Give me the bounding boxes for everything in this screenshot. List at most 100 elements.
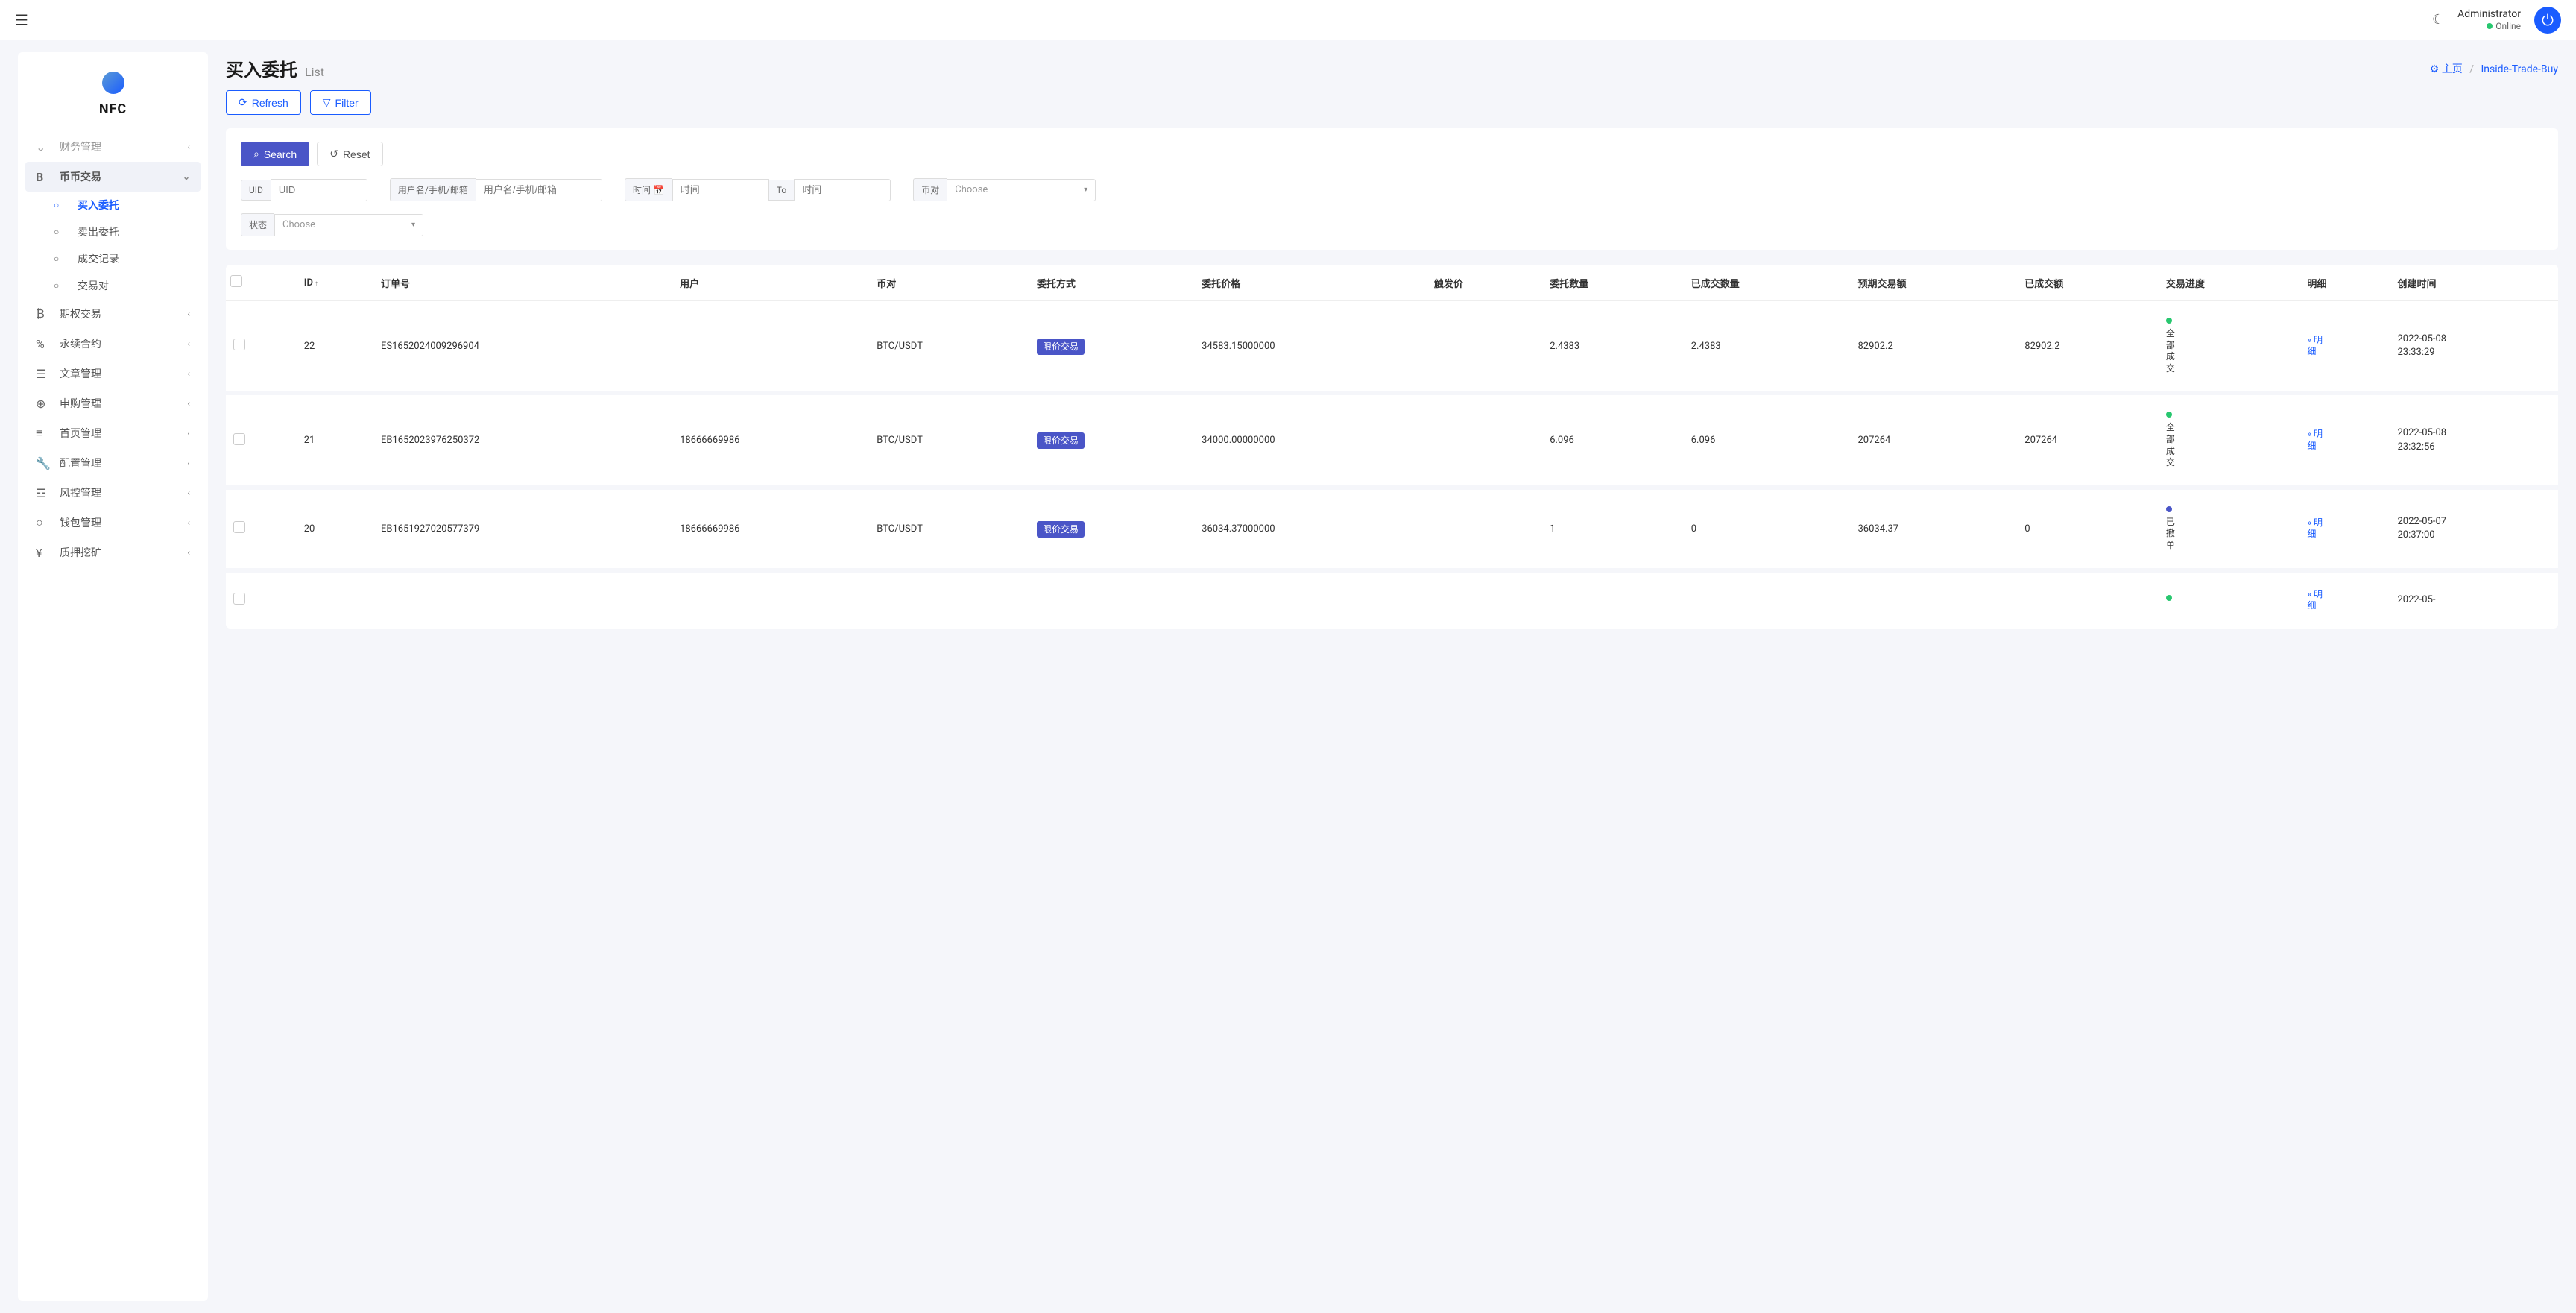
cell-trigger [1427,488,1542,570]
cell-user: 18666669986 [672,393,869,487]
detail-link[interactable]: 明细 [2307,429,2323,451]
col-created[interactable]: 创建时间 [2390,265,2558,301]
table-row: 22 ES1652024009296904 BTC/USDT 限价交易 3458… [226,301,2558,394]
detail-link[interactable]: 明细 [2307,517,2323,540]
nav-item-trade-record[interactable]: ○成交记录 [43,245,201,272]
nav-item-sell-order[interactable]: ○卖出委托 [43,218,201,245]
nav-item-config[interactable]: 🔧配置管理‹ [25,448,201,478]
user-info[interactable]: Administrator Online [2457,7,2521,33]
power-icon[interactable]: ⏻ [2534,7,2561,34]
list-icon: ≡ [36,426,51,441]
col-expected[interactable]: 预期交易额 [1851,265,2018,301]
cell-done-qty: 0 [1684,488,1851,570]
status-dot-icon [2166,318,2172,324]
cell-id: 22 [297,301,373,394]
col-user[interactable]: 用户 [672,265,869,301]
cell-time: 2022-05-0720:37:00 [2390,488,2558,570]
menu-toggle-icon[interactable]: ☰ [15,11,28,29]
breadcrumb-home[interactable]: 主页 [2442,63,2463,75]
col-qty[interactable]: 委托数量 [1542,265,1684,301]
detail-link[interactable]: 明细 [2307,589,2323,611]
cell-pair: BTC/USDT [869,301,1029,394]
cell-time: 2022-05-0823:33:29 [2390,301,2558,394]
nav-item-option-trade[interactable]: ₿期权交易‹ [25,299,201,329]
chevron-left-icon: ‹ [187,368,190,379]
reset-button[interactable]: ↺Reset [317,142,382,166]
nav-item-stake[interactable]: ¥质押挖矿‹ [25,538,201,567]
cell-order [373,570,672,629]
cell-trigger [1427,301,1542,394]
user-status: Online [2457,21,2521,33]
detail-link[interactable]: 明细 [2307,335,2323,357]
topbar: ☰ ☾ Administrator Online ⏻ [0,0,2576,40]
nav-item-article[interactable]: ☰文章管理‹ [25,359,201,388]
nav-item-perpetual[interactable]: %永续合约‹ [25,329,201,359]
bold-icon: B [36,170,51,184]
col-price[interactable]: 委托价格 [1194,265,1427,301]
chevron-left-icon: ‹ [187,428,190,438]
nav-item-trade-pair[interactable]: ○交易对 [43,272,201,299]
cell-expected [1851,570,2018,629]
dashboard-icon: ⚙ [2430,63,2440,75]
col-pair[interactable]: 币对 [869,265,1029,301]
dark-mode-icon[interactable]: ☾ [2432,12,2444,28]
cell-done-qty [1684,570,1851,629]
nav-item-risk[interactable]: ☲风控管理‹ [25,478,201,508]
chevron-left-icon: ‹ [187,142,190,152]
uid-input[interactable] [271,179,367,201]
cell-done-amt: 82902.2 [2017,301,2159,394]
row-checkbox[interactable] [233,339,245,350]
cell-done-qty: 2.4383 [1684,301,1851,394]
row-checkbox[interactable] [233,433,245,445]
col-id[interactable]: ID↑ [297,265,373,301]
user-input[interactable] [476,179,602,201]
nav-item-purchase[interactable]: ⊕申购管理‹ [25,388,201,418]
filter-user: 用户名/手机/邮箱 [390,178,602,201]
pair-select[interactable]: Choose [947,179,1096,201]
col-done-qty[interactable]: 已成交数量 [1684,265,1851,301]
col-trigger[interactable]: 触发价 [1427,265,1542,301]
nav-item-buy-order[interactable]: ○买入委托 [43,192,201,218]
row-checkbox[interactable] [233,521,245,533]
status-dot-icon [2166,506,2172,512]
link-icon: % [36,337,51,351]
chevron-down-icon: ⌄ [183,171,190,182]
chevron-left-icon: ‹ [187,398,190,409]
action-buttons: ⟳Refresh ▽Filter [226,90,2558,115]
cell-order: EB1652023976250372 [373,393,672,487]
breadcrumb-current[interactable]: Inside-Trade-Buy [2481,63,2558,75]
search-button[interactable]: ⌕Search [241,142,309,166]
col-order[interactable]: 订单号 [373,265,672,301]
status-dot-icon [2166,595,2172,601]
filter-time: 时间 📅 To [625,178,891,201]
sliders-icon: ☲ [36,486,51,500]
filter-icon: ▽ [323,96,331,109]
cell-detail: 明细 [2299,570,2390,629]
row-checkbox[interactable] [233,593,245,605]
chevron-left-icon: ‹ [187,488,190,498]
cell-price: 36034.37000000 [1194,488,1427,570]
status-select[interactable]: Choose [274,214,423,236]
filter-button[interactable]: ▽Filter [310,90,371,115]
col-done-amt[interactable]: 已成交额 [2017,265,2159,301]
circle-icon: ○ [54,280,69,291]
cell-done-qty: 6.096 [1684,393,1851,487]
globe-icon: ⊕ [36,397,51,411]
topbar-right: ☾ Administrator Online ⏻ [2432,7,2561,34]
nav-item-finance[interactable]: ⌄ 财务管理 ‹ [25,132,201,162]
col-method[interactable]: 委托方式 [1029,265,1194,301]
cell-status: 全部成交 [2159,393,2300,487]
select-all-checkbox[interactable] [230,275,242,287]
col-detail[interactable]: 明细 [2299,265,2390,301]
nav-item-coin-trade[interactable]: B 币币交易 ⌄ [25,162,201,192]
cell-pair: BTC/USDT [869,488,1029,570]
logo-text: NFC [25,101,201,117]
time-to-input[interactable] [794,179,891,201]
refresh-button[interactable]: ⟳Refresh [226,90,301,115]
chevron-left-icon: ‹ [187,309,190,319]
logo-icon [102,72,124,94]
nav-item-wallet[interactable]: ○钱包管理‹ [25,508,201,538]
time-from-input[interactable] [672,179,769,201]
col-progress[interactable]: 交易进度 [2159,265,2300,301]
nav-item-homepage[interactable]: ≡首页管理‹ [25,418,201,448]
